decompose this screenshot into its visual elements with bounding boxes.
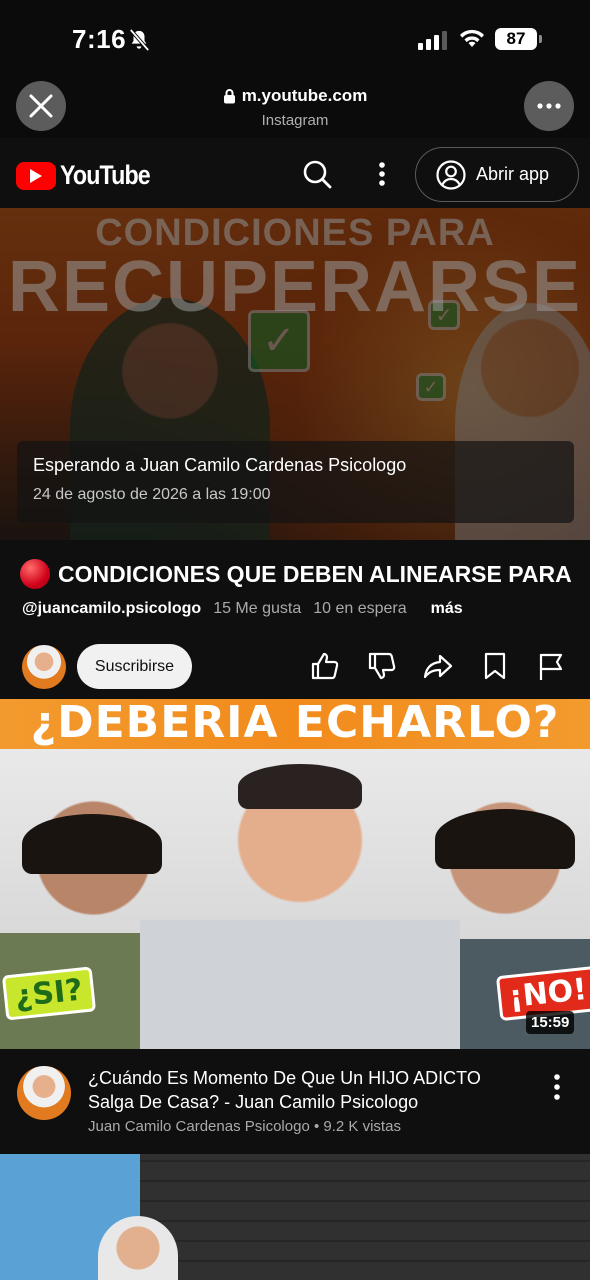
thumbnail-person-center	[140, 744, 460, 1049]
channel-name: Juan Camilo Cardenas Psicologo	[88, 1118, 310, 1135]
save-bookmark-icon[interactable]	[479, 650, 511, 682]
close-button[interactable]	[16, 81, 66, 131]
open-app-label: Abrir app	[476, 164, 550, 184]
meta-separator: •	[313, 1118, 320, 1135]
report-flag-icon[interactable]	[535, 650, 567, 682]
address-display[interactable]: m.youtube.com Instagram	[150, 86, 440, 129]
like-count: 15 Me gusta	[213, 600, 302, 617]
video-info[interactable]: ¿Cuándo Es Momento De Que Un HIJO ADICTO…	[0, 1049, 590, 1154]
cellular-signal-icon	[418, 30, 447, 50]
youtube-header: YouTube Abrir app	[0, 138, 590, 208]
browser-more-button[interactable]	[524, 81, 574, 131]
subscribe-button[interactable]: Suscribirse	[77, 644, 192, 689]
bell-slash-icon	[129, 28, 150, 52]
open-app-button[interactable]: Abrir app	[415, 147, 579, 202]
wifi-icon	[460, 29, 484, 47]
in-app-browser-bar: m.youtube.com Instagram	[0, 76, 590, 138]
scheduled-date: 24 de agosto de 2026 a las 19:00	[33, 486, 271, 503]
search-icon[interactable]	[301, 158, 333, 190]
source-app-label: Instagram	[261, 112, 329, 129]
view-count: 9.2 K vistas	[323, 1118, 401, 1135]
video-actions: Suscribirse	[0, 640, 590, 692]
status-bar: 7:16 87	[0, 0, 590, 76]
youtube-play-icon	[16, 161, 56, 190]
more-vertical-icon[interactable]	[545, 1071, 569, 1103]
thumbnail-tag-yes: ¿SI?	[1, 966, 96, 1021]
video-meta: Juan Camilo Cardenas Psicologo • 9.2 K v…	[88, 1118, 401, 1135]
thumbnail-headline: ¿DEBERIA ECHARLO?	[30, 699, 560, 748]
red-circle-icon	[20, 559, 50, 589]
channel-avatar[interactable]	[17, 1066, 71, 1120]
thumbs-down-icon[interactable]	[366, 650, 398, 682]
thumbnail-headline-main: RECUPERARSE	[7, 247, 583, 327]
close-icon	[29, 94, 53, 118]
url-text: m.youtube.com	[241, 86, 368, 105]
waiting-count: 10 en espera	[313, 600, 407, 617]
video-thumbnail[interactable]	[0, 1154, 590, 1280]
channel-handle[interactable]: @juancamilo.psicologo	[22, 600, 201, 618]
status-time: 7:16	[72, 24, 127, 54]
video-title-row[interactable]: CONDICIONES QUE DEBEN ALINEARSE PARA	[20, 558, 590, 590]
waiting-text: Esperando a Juan Camilo Cardenas Psicolo…	[33, 455, 407, 475]
more-vertical-icon[interactable]	[366, 158, 398, 190]
video-title: ¿Cuándo Es Momento De Que Un HIJO ADICTO…	[88, 1068, 481, 1112]
upcoming-video-player[interactable]: ✓ ✓ ✓ CONDICIONES PARA RECUPERARSE Esper…	[0, 208, 590, 540]
account-circle-icon	[436, 159, 466, 190]
share-icon[interactable]	[422, 650, 454, 682]
more-link[interactable]: más	[431, 600, 463, 618]
youtube-logo[interactable]: YouTube	[16, 160, 164, 191]
video-title: CONDICIONES QUE DEBEN ALINEARSE PARA	[58, 560, 572, 587]
thumbs-up-icon[interactable]	[309, 650, 341, 682]
lock-icon	[223, 89, 235, 104]
more-horizontal-icon	[537, 103, 561, 109]
waiting-card: Esperando a Juan Camilo Cardenas Psicolo…	[17, 441, 574, 523]
video-thumbnail[interactable]: ¿DEBERIA ECHARLO? ¿SI? ¡NO! 15:59	[0, 699, 590, 1049]
video-duration: 15:59	[526, 1011, 575, 1034]
channel-avatar[interactable]	[22, 645, 66, 689]
battery-indicator: 87	[495, 28, 542, 50]
youtube-wordmark: YouTube	[60, 160, 151, 190]
video-meta: @juancamilo.psicologo 15 Me gusta 10 en …	[22, 600, 463, 618]
